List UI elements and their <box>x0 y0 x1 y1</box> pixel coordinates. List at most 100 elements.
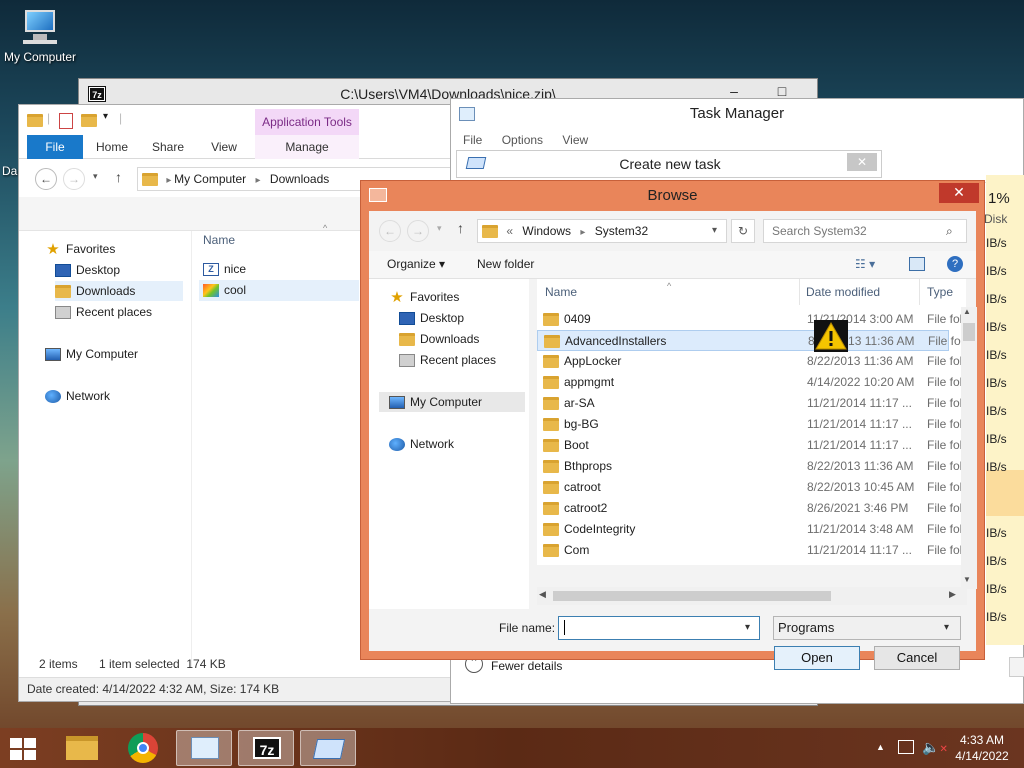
volume-muted-icon[interactable]: 🔈✕ <box>922 739 948 756</box>
nav-favorites[interactable]: ★ Favorites <box>389 287 459 307</box>
tab-manage[interactable]: Manage <box>255 135 359 159</box>
column-header-type[interactable]: Type <box>927 279 953 305</box>
file-row[interactable]: AppLocker 8/22/2013 11:36 AM File fol <box>537 351 962 372</box>
change-view-icon[interactable]: ☷ ▾ <box>855 257 875 271</box>
file-row[interactable]: catroot 8/22/2013 10:45 AM File fol <box>537 477 962 498</box>
file-row[interactable]: Bthprops 8/22/2013 11:36 AM File fol <box>537 456 962 477</box>
column-header-date[interactable]: Date modified <box>806 279 880 305</box>
file-row[interactable]: appmgmt 4/14/2022 10:20 AM File fol <box>537 372 962 393</box>
scroll-left-icon[interactable]: ◀ <box>539 589 546 600</box>
properties-icon[interactable] <box>59 113 73 129</box>
file-explorer-taskbar-button[interactable] <box>54 730 110 766</box>
search-input[interactable]: Search System32 ⌕ <box>763 219 967 243</box>
tab-home[interactable]: Home <box>89 135 135 159</box>
nav-recent-places[interactable]: Recent places <box>55 302 152 322</box>
nav-favorites[interactable]: ★ Favorites <box>45 239 115 259</box>
menu-view[interactable]: View <box>562 133 588 147</box>
cancel-button[interactable]: Cancel <box>874 646 960 670</box>
nav-my-computer[interactable]: My Computer <box>379 392 525 412</box>
organize-button[interactable]: Organize ▾ <box>387 257 445 271</box>
file-row-name: catroot <box>564 480 601 494</box>
nav-desktop[interactable]: Desktop <box>55 260 120 280</box>
file-row-date: 11/21/2014 11:17 ... <box>807 543 912 557</box>
help-icon[interactable]: ? <box>947 256 963 272</box>
file-row[interactable]: catroot2 8/26/2021 3:46 PM File fol <box>537 498 962 519</box>
file-row-name: Com <box>564 543 590 557</box>
column-header-name[interactable]: Name <box>203 233 235 247</box>
create-new-task-window[interactable]: Create new task ✕ <box>456 150 882 178</box>
sort-ascending-icon: ^ <box>323 223 328 233</box>
up-button[interactable]: ↑ <box>115 169 122 185</box>
nav-my-computer[interactable]: My Computer <box>45 344 138 364</box>
forward-button[interactable]: → <box>63 168 85 190</box>
recent-locations-icon[interactable]: ▾ <box>93 171 98 182</box>
breadcrumb-windows[interactable]: Windows <box>522 224 571 238</box>
tab-file[interactable]: File <box>27 135 83 159</box>
file-row-name: ar-SA <box>564 396 595 410</box>
file-item-cool[interactable]: cool <box>199 280 359 301</box>
scroll-thumb-horizontal[interactable] <box>553 591 831 601</box>
refresh-icon[interactable]: ↻ <box>731 219 755 243</box>
new-folder-button[interactable]: New folder <box>477 257 534 271</box>
scroll-thumb[interactable] <box>963 323 975 341</box>
nav-downloads[interactable]: Downloads <box>399 329 479 349</box>
new-folder-icon[interactable] <box>81 114 97 127</box>
nav-network[interactable]: Network <box>389 434 454 454</box>
horizontal-scrollbar[interactable]: ◀ ▶ <box>537 587 967 605</box>
nav-desktop[interactable]: Desktop <box>399 308 464 328</box>
file-row[interactable]: Com 11/21/2014 11:17 ... File fol <box>537 540 962 561</box>
chrome-taskbar-button[interactable] <box>116 730 172 766</box>
menu-options[interactable]: Options <box>502 133 543 147</box>
tab-view[interactable]: View <box>201 135 247 159</box>
file-type-select[interactable]: Programs ▾ <box>773 616 961 640</box>
network-tray-icon[interactable] <box>898 740 914 754</box>
recent-locations-icon[interactable]: ▾ <box>437 223 442 234</box>
menu-file[interactable]: File <box>463 133 482 147</box>
file-row[interactable]: CodeIntegrity 11/21/2014 3:48 AM File fol <box>537 519 962 540</box>
task-manager-taskbar-button[interactable] <box>176 730 232 766</box>
show-hidden-icons[interactable]: ▲ <box>876 742 885 752</box>
scroll-right-icon[interactable]: ▶ <box>949 589 956 600</box>
browse-dialog[interactable]: Browse ✕ ← → ▾ ↑ « Windows ▸ System32 ▾ … <box>360 180 985 670</box>
back-button[interactable]: ← <box>379 220 401 242</box>
tab-share[interactable]: Share <box>145 135 191 159</box>
open-button[interactable]: Open <box>774 646 860 670</box>
preview-pane-icon[interactable] <box>909 257 925 271</box>
taskbar-clock[interactable]: 4:33 AM 4/14/2022 <box>952 732 1012 764</box>
back-button[interactable]: ← <box>35 168 57 190</box>
forward-button[interactable]: → <box>407 220 429 242</box>
file-row[interactable]: ar-SA 11/21/2014 11:17 ... File fol <box>537 393 962 414</box>
close-button[interactable]: ✕ <box>847 153 877 171</box>
breadcrumb-my-computer[interactable]: My Computer <box>174 172 246 186</box>
breadcrumb-system32[interactable]: System32 <box>595 224 648 238</box>
nav-recent-places[interactable]: Recent places <box>399 350 496 370</box>
7zip-taskbar-button[interactable]: 7z <box>238 730 294 766</box>
nav-network[interactable]: Network <box>45 386 110 406</box>
desktop-icon-my-computer[interactable]: My Computer <box>0 8 80 64</box>
browse-address-bar[interactable]: « Windows ▸ System32 ▾ <box>477 219 727 243</box>
folder-icon <box>543 313 559 327</box>
breadcrumb-downloads[interactable]: Downloads <box>270 172 329 186</box>
file-row[interactable]: 0409 11/21/2014 3:00 AM File fol <box>537 309 962 330</box>
scroll-up-icon[interactable]: ▲ <box>963 307 971 316</box>
run-taskbar-button[interactable] <box>300 730 356 766</box>
file-item-nice[interactable]: Znice <box>203 259 363 279</box>
up-button[interactable]: ↑ <box>457 220 464 236</box>
fewer-details-link[interactable]: Fewer details <box>491 659 562 673</box>
address-dropdown-icon[interactable]: ▾ <box>712 220 717 242</box>
file-row[interactable]: bg-BG 11/21/2014 11:17 ... File fol <box>537 414 962 435</box>
chevron-down-icon[interactable]: ▾ <box>944 617 949 639</box>
file-row[interactable]: AdvancedInstallers 8/22/2013 11:36 AM File… <box>537 330 963 351</box>
chevron-down-icon[interactable]: ▾ <box>745 617 750 639</box>
vertical-scrollbar[interactable]: ▲ ▼ <box>961 307 977 589</box>
file-row[interactable]: Boot 11/21/2014 11:17 ... File fol <box>537 435 962 456</box>
close-button[interactable]: ✕ <box>939 183 979 203</box>
column-header-name[interactable]: Name <box>545 279 577 305</box>
nav-downloads[interactable]: Downloads <box>55 281 183 301</box>
customize-qat-icon[interactable]: ▾ <box>103 111 108 122</box>
windows-start-icon[interactable] <box>10 738 38 760</box>
scroll-down-icon[interactable]: ▼ <box>963 575 971 584</box>
file-name-input[interactable]: ​ ▾ <box>558 616 760 640</box>
task-manager-menu: File Options View <box>451 129 1023 151</box>
end-task-button-partial[interactable] <box>1009 657 1024 677</box>
